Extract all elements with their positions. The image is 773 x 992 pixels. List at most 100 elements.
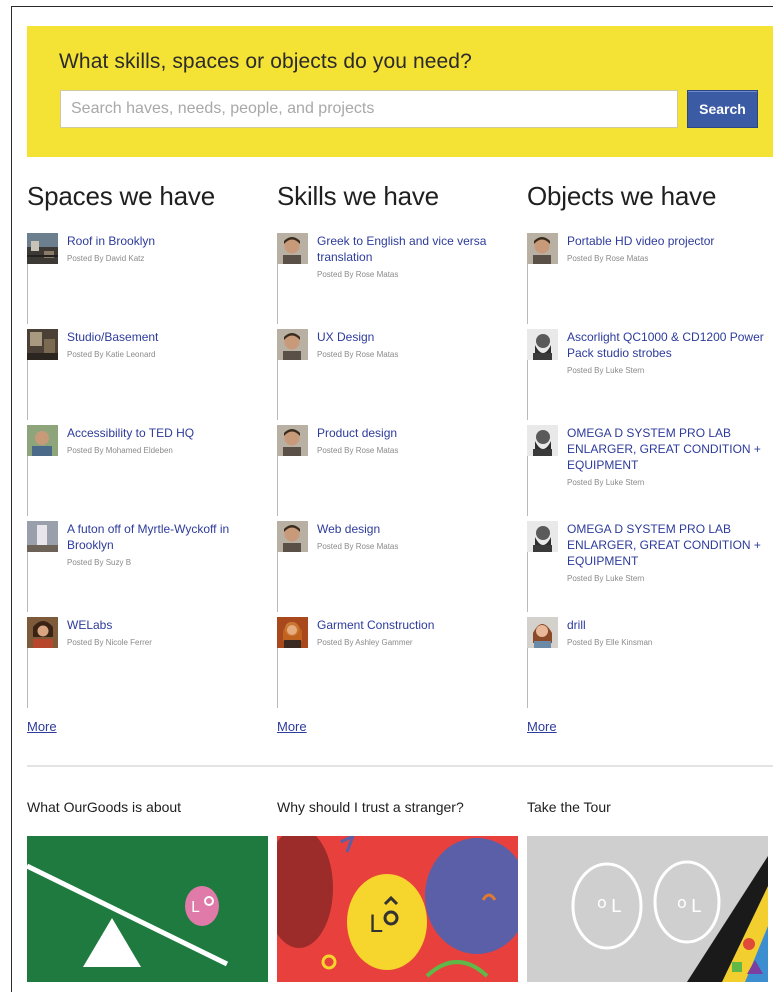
promo-title-about[interactable]: What OurGoods is about xyxy=(27,799,181,815)
item-meta: Posted By Rose Matas xyxy=(317,542,399,551)
item-meta: Posted By Rose Matas xyxy=(317,270,399,279)
studio-photo-icon[interactable] xyxy=(27,329,58,360)
user-avatar-icon[interactable] xyxy=(277,233,308,264)
futon-photo-icon[interactable] xyxy=(27,521,58,552)
spaces-more-link[interactable]: More xyxy=(27,719,57,734)
list-item: Greek to English and vice versa translat… xyxy=(277,233,522,329)
item-stem xyxy=(27,552,28,612)
user-avatar-icon[interactable] xyxy=(527,233,558,264)
objects-more-link[interactable]: More xyxy=(527,719,557,734)
list-item: Web design Posted By Rose Matas xyxy=(277,521,522,617)
svg-text:o: o xyxy=(597,893,607,912)
item-stem xyxy=(27,648,28,708)
item-meta: Posted By Nicole Ferrer xyxy=(67,638,152,647)
item-stem xyxy=(277,264,278,324)
item-stem xyxy=(527,552,528,612)
seesaw-illustration-icon[interactable]: L xyxy=(27,836,268,982)
item-meta: Posted By Rose Matas xyxy=(317,446,399,455)
item-title-link[interactable]: Accessibility to TED HQ xyxy=(67,425,277,441)
item-title-link[interactable]: Roof in Brooklyn xyxy=(67,233,277,249)
item-meta: Posted By Rose Matas xyxy=(567,254,649,263)
section-divider xyxy=(27,765,773,767)
user-avatar-icon[interactable] xyxy=(27,425,58,456)
item-stem xyxy=(277,360,278,420)
item-stem xyxy=(527,264,528,324)
item-title-link[interactable]: Greek to English and vice versa translat… xyxy=(317,233,527,265)
item-stem xyxy=(277,456,278,516)
list-item: WELabs Posted By Nicole Ferrer xyxy=(27,617,272,713)
user-avatar-icon[interactable] xyxy=(527,425,558,456)
item-stem xyxy=(277,552,278,612)
user-avatar-icon[interactable] xyxy=(277,617,308,648)
item-meta: Posted By Katie Leonard xyxy=(67,350,156,359)
item-title-link[interactable]: A futon off of Myrtle-Wyckoff in Brookly… xyxy=(67,521,277,553)
item-list: Portable HD video projector Posted By Ro… xyxy=(527,233,772,713)
svg-text:L: L xyxy=(611,896,621,917)
item-stem xyxy=(27,264,28,324)
item-title-link[interactable]: OMEGA D SYSTEM PRO LAB ENLARGER, GREAT C… xyxy=(567,521,773,569)
objects-column: Objects we have Portable HD video projec… xyxy=(527,181,772,713)
list-item: Product design Posted By Rose Matas xyxy=(277,425,522,521)
item-stem xyxy=(527,456,528,516)
user-avatar-icon[interactable] xyxy=(527,521,558,552)
user-avatar-icon[interactable] xyxy=(277,425,308,456)
item-title-link[interactable]: Ascorlight QC1000 & CD1200 Power Pack st… xyxy=(567,329,773,361)
svg-text:L: L xyxy=(691,896,701,917)
user-avatar-icon[interactable] xyxy=(277,329,308,360)
item-title-link[interactable]: WELabs xyxy=(67,617,277,633)
user-avatar-icon[interactable] xyxy=(27,617,58,648)
item-list: Greek to English and vice versa translat… xyxy=(277,233,522,713)
user-avatar-icon[interactable] xyxy=(527,329,558,360)
svg-text:L: L xyxy=(369,910,383,938)
promo-title-tour[interactable]: Take the Tour xyxy=(527,799,611,815)
page-frame: What skills, spaces or objects do you ne… xyxy=(11,6,773,992)
list-item: Garment Construction Posted By Ashley Ga… xyxy=(277,617,522,713)
column-title: Spaces we have xyxy=(27,181,215,211)
promo-title-trust[interactable]: Why should I trust a stranger? xyxy=(277,799,464,815)
column-title: Skills we have xyxy=(277,181,439,211)
skills-more-link[interactable]: More xyxy=(277,719,307,734)
svg-text:L: L xyxy=(191,898,200,916)
list-item: Portable HD video projector Posted By Ro… xyxy=(527,233,772,329)
item-meta: Posted By Rose Matas xyxy=(317,350,399,359)
list-item: drill Posted By Elle Kinsman xyxy=(527,617,772,713)
list-item: OMEGA D SYSTEM PRO LAB ENLARGER, GREAT C… xyxy=(527,521,772,617)
item-meta: Posted By Elle Kinsman xyxy=(567,638,653,647)
item-stem xyxy=(527,360,528,420)
item-title-link[interactable]: Studio/Basement xyxy=(67,329,277,345)
item-meta: Posted By Ashley Gammer xyxy=(317,638,413,647)
user-avatar-icon[interactable] xyxy=(277,521,308,552)
list-item: OMEGA D SYSTEM PRO LAB ENLARGER, GREAT C… xyxy=(527,425,772,521)
item-meta: Posted By Luke Stern xyxy=(567,478,645,487)
list-item: Ascorlight QC1000 & CD1200 Power Pack st… xyxy=(527,329,772,425)
item-title-link[interactable]: drill xyxy=(567,617,773,633)
faces-illustration-icon[interactable]: L xyxy=(277,836,518,982)
item-meta: Posted By Suzy B xyxy=(67,558,132,567)
search-banner: What skills, spaces or objects do you ne… xyxy=(27,26,773,157)
item-title-link[interactable]: UX Design xyxy=(317,329,527,345)
item-stem xyxy=(27,456,28,516)
item-meta: Posted By Mohamed Eldeben xyxy=(67,446,173,455)
list-item: Studio/Basement Posted By Katie Leonard xyxy=(27,329,272,425)
list-item: UX Design Posted By Rose Matas xyxy=(277,329,522,425)
column-title: Objects we have xyxy=(527,181,717,211)
skills-column: Skills we have Greek to English and vice… xyxy=(277,181,522,713)
item-title-link[interactable]: OMEGA D SYSTEM PRO LAB ENLARGER, GREAT C… xyxy=(567,425,773,473)
item-title-link[interactable]: Web design xyxy=(317,521,527,537)
item-stem xyxy=(277,648,278,708)
item-title-link[interactable]: Garment Construction xyxy=(317,617,527,633)
user-avatar-icon[interactable] xyxy=(527,617,558,648)
rooftop-photo-icon[interactable] xyxy=(27,233,58,264)
list-item: Accessibility to TED HQ Posted By Mohame… xyxy=(27,425,272,521)
item-meta: Posted By Luke Stern xyxy=(567,574,645,583)
spaces-column: Spaces we have Roof in Brooklyn Posted B… xyxy=(27,181,272,713)
search-button[interactable]: Search xyxy=(687,90,758,128)
item-stem xyxy=(27,360,28,420)
list-item: A futon off of Myrtle-Wyckoff in Brookly… xyxy=(27,521,272,617)
item-meta: Posted By Luke Stern xyxy=(567,366,645,375)
search-input[interactable] xyxy=(60,90,678,128)
item-title-link[interactable]: Product design xyxy=(317,425,527,441)
tour-illustration-icon[interactable]: o L o L xyxy=(527,836,768,982)
item-title-link[interactable]: Portable HD video projector xyxy=(567,233,773,249)
item-list: Roof in Brooklyn Posted By David Katz St… xyxy=(27,233,272,713)
